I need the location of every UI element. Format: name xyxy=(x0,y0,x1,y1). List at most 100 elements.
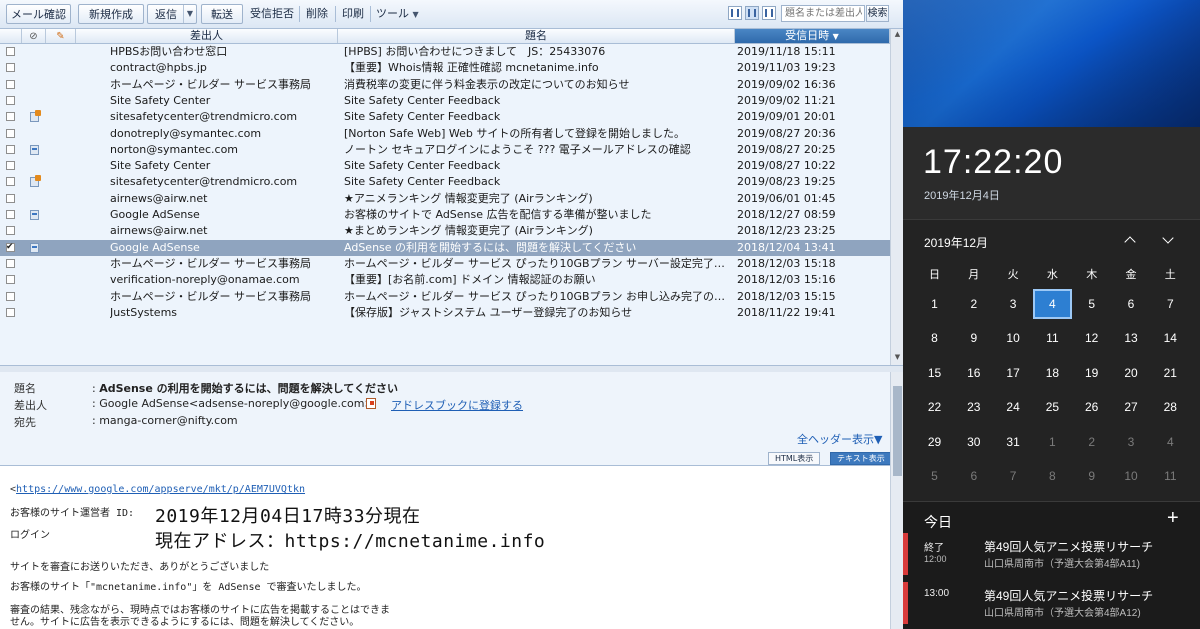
mail-row[interactable]: Google AdSense AdSense の利用を開始するには、問題を解決して… xyxy=(0,239,890,256)
search-button[interactable]: 検索 xyxy=(866,5,889,22)
layout-columns-icon[interactable] xyxy=(762,6,776,20)
row-checkbox[interactable] xyxy=(6,275,15,285)
list-scrollbar[interactable]: ▲ ▼ xyxy=(890,29,903,365)
chevron-down-icon[interactable] xyxy=(1161,233,1177,247)
layout-split-icon[interactable] xyxy=(745,6,759,20)
preview-scrollbar[interactable] xyxy=(890,372,903,629)
row-checkbox[interactable] xyxy=(6,226,15,236)
calendar-day[interactable]: 1 xyxy=(915,289,954,319)
calendar-day[interactable]: 28 xyxy=(1151,392,1190,422)
mail-row[interactable]: verification-noreply@onamae.com 【重要】[お名前.… xyxy=(0,272,890,288)
row-checkbox[interactable] xyxy=(6,291,15,301)
calendar-day[interactable]: 6 xyxy=(954,461,993,491)
mail-row[interactable]: sitesafetycenter@trendmicro.com Site Safe… xyxy=(0,109,890,125)
calendar-day[interactable]: 5 xyxy=(1072,289,1111,319)
calendar-day[interactable]: 19 xyxy=(1072,358,1111,388)
row-checkbox[interactable] xyxy=(6,112,15,122)
calendar-day[interactable]: 12 xyxy=(1072,323,1111,353)
mail-row[interactable]: airnews@airw.net ★アニメランキング 情報変更完了 (Airランキ… xyxy=(0,191,890,207)
print-button[interactable]: 印刷 xyxy=(342,4,364,24)
calendar-day[interactable]: 9 xyxy=(954,323,993,353)
clock-date-link[interactable]: 2019年12月4日 xyxy=(924,187,1000,203)
reply-dropdown-icon[interactable]: ▼ xyxy=(183,5,196,23)
calendar-day[interactable]: 6 xyxy=(1112,289,1151,319)
mail-row[interactable]: airnews@airw.net ★まとめランキング 情報変更完了 (Airランキ… xyxy=(0,223,890,239)
calendar-day[interactable]: 21 xyxy=(1151,358,1190,388)
tools-menu[interactable]: ツール ▼ xyxy=(376,4,419,24)
subject-column-header[interactable]: 題名 xyxy=(338,29,735,43)
address-book-icon[interactable] xyxy=(366,398,376,409)
calendar-day[interactable]: 24 xyxy=(994,392,1033,422)
calendar-month-title[interactable]: 2019年12月 xyxy=(924,234,988,251)
calendar-day[interactable]: 8 xyxy=(1033,461,1072,491)
mail-row[interactable]: contract@hpbs.jp 【重要】Whois情報 正確性確認 mcneta… xyxy=(0,60,890,76)
add-to-address-book-link[interactable]: アドレスブックに登録する xyxy=(391,397,523,413)
calendar-day[interactable]: 14 xyxy=(1151,323,1190,353)
calendar-day[interactable]: 11 xyxy=(1151,461,1190,491)
chevron-up-icon[interactable] xyxy=(1123,233,1139,247)
row-checkbox[interactable] xyxy=(6,210,15,219)
calendar-day[interactable]: 2 xyxy=(1072,427,1111,457)
calendar-day[interactable]: 17 xyxy=(994,358,1033,388)
calendar-day[interactable]: 7 xyxy=(1151,289,1190,319)
calendar-day[interactable]: 4 xyxy=(1151,427,1190,457)
calendar-day[interactable]: 23 xyxy=(954,392,993,422)
row-checkbox[interactable] xyxy=(6,79,15,89)
calendar-day[interactable]: 31 xyxy=(994,427,1033,457)
calendar-day[interactable]: 13 xyxy=(1112,323,1151,353)
mail-row[interactable]: HPBSお問い合わせ窓口 [HPBS] お問い合わせにつきまして JS：25433… xyxy=(0,44,890,60)
row-checkbox[interactable] xyxy=(6,63,15,73)
row-checkbox[interactable] xyxy=(6,161,15,171)
calendar-day[interactable]: 5 xyxy=(915,461,954,491)
row-checkbox[interactable] xyxy=(6,128,15,138)
delete-button[interactable]: 削除 xyxy=(306,4,328,24)
calendar-day[interactable]: 25 xyxy=(1033,392,1072,422)
calendar-day[interactable]: 15 xyxy=(915,358,954,388)
calendar-day[interactable]: 26 xyxy=(1072,392,1111,422)
tab-html-view[interactable]: HTML表示 xyxy=(768,452,821,465)
attachment-column-header[interactable]: ⊘ xyxy=(22,29,46,43)
search-input[interactable] xyxy=(781,5,865,22)
mail-row[interactable]: Google AdSense お客様のサイトで AdSense 広告を配信する準備… xyxy=(0,207,890,223)
mail-row[interactable]: JustSystems 【保存版】ジャストシステム ユーザー登録完了のお知らせ 20… xyxy=(0,305,890,321)
mail-row[interactable]: Site Safety Center Site Safety Center Fee… xyxy=(0,93,890,109)
row-checkbox[interactable] xyxy=(6,47,15,56)
new-mail-button[interactable]: 新規作成 xyxy=(78,4,144,24)
calendar-day[interactable]: 16 xyxy=(954,358,993,388)
layout-single-icon[interactable] xyxy=(728,6,742,20)
mail-row[interactable]: ホームページ・ビルダー サービス事務局 ホームページ・ビルダー サービス ぴったり… xyxy=(0,289,890,305)
from-column-header[interactable]: 差出人 xyxy=(76,29,338,43)
calendar-day[interactable]: 3 xyxy=(1112,427,1151,457)
calendar-day[interactable]: 8 xyxy=(915,323,954,353)
calendar-day[interactable]: 27 xyxy=(1112,392,1151,422)
flag-column-header[interactable]: ✎ xyxy=(46,29,76,43)
tab-text-view[interactable]: テキスト表示 xyxy=(830,452,892,465)
row-checkbox[interactable] xyxy=(6,177,15,187)
mail-row[interactable]: ホームページ・ビルダー サービス事務局 ホームページ・ビルダー サービス ぴったり… xyxy=(0,256,890,272)
calendar-day[interactable]: 22 xyxy=(915,392,954,422)
mail-row[interactable]: donotreply@symantec.com [Norton Safe Web]… xyxy=(0,126,890,142)
preview-scroll-thumb[interactable] xyxy=(893,386,902,476)
calendar-day[interactable]: 29 xyxy=(915,427,954,457)
calendar-day[interactable]: 10 xyxy=(994,323,1033,353)
mail-row[interactable]: sitesafetycenter@trendmicro.com Site Safe… xyxy=(0,174,890,190)
calendar-day[interactable]: 9 xyxy=(1072,461,1111,491)
row-checkbox[interactable] xyxy=(6,95,15,105)
calendar-day-today[interactable]: 4 xyxy=(1032,289,1072,319)
calendar-day[interactable]: 2 xyxy=(954,289,993,319)
row-checkbox[interactable] xyxy=(6,144,15,154)
calendar-day[interactable]: 11 xyxy=(1033,323,1072,353)
calendar-day[interactable]: 7 xyxy=(994,461,1033,491)
reject-button[interactable]: 受信拒否 xyxy=(250,4,294,24)
agenda-event[interactable]: 終了 12:00 第49回人気アニメ投票リサーチ 山口県周南市（予選大会第4部A11) xyxy=(903,533,1200,575)
body-link[interactable]: https://www.google.com/appserve/mkt/p/AE… xyxy=(16,484,305,495)
agenda-event[interactable]: 13:00 第49回人気アニメ投票リサーチ 山口県周南市（予選大会第4部A12) xyxy=(903,582,1200,624)
row-checkbox[interactable] xyxy=(6,239,15,255)
mail-row[interactable]: ホームページ・ビルダー サービス事務局 消費税率の変更に伴う料金表示の改定について… xyxy=(0,77,890,93)
calendar-day[interactable]: 30 xyxy=(954,427,993,457)
mail-row[interactable]: Site Safety Center Site Safety Center Fee… xyxy=(0,158,890,174)
calendar-day[interactable]: 3 xyxy=(994,289,1033,319)
calendar-day[interactable]: 20 xyxy=(1112,358,1151,388)
calendar-day[interactable]: 18 xyxy=(1033,358,1072,388)
row-checkbox[interactable] xyxy=(6,258,15,268)
